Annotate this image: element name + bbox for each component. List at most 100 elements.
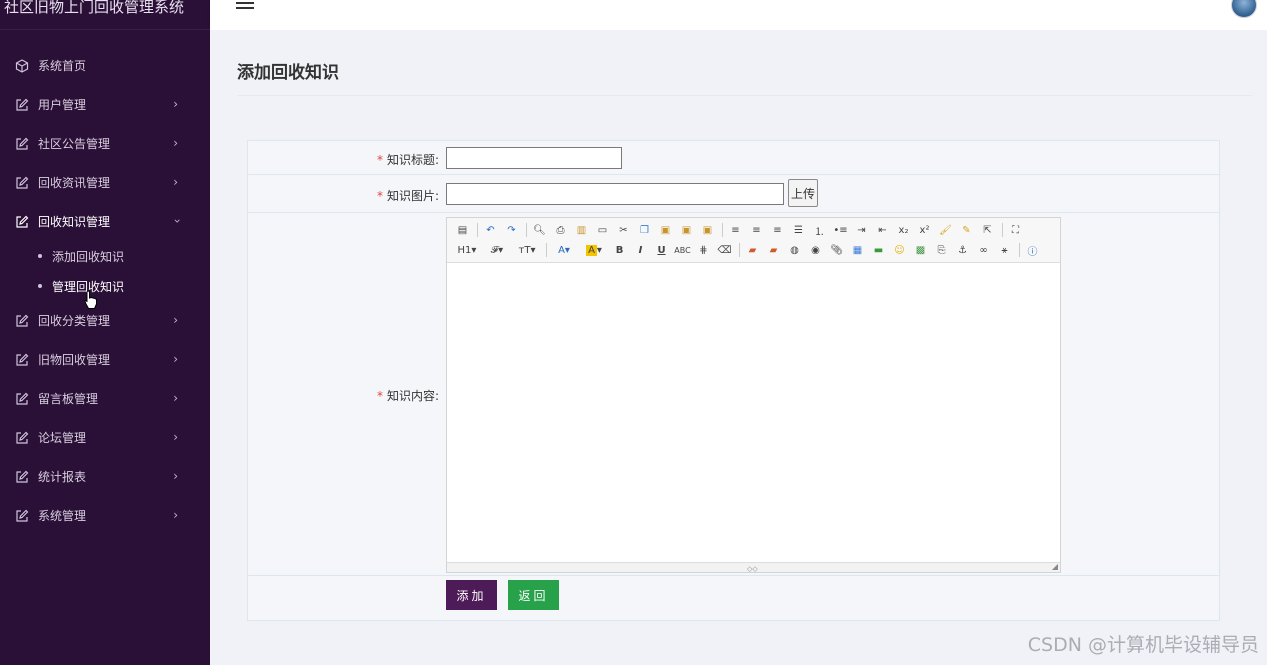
toolbar-separator bbox=[722, 223, 723, 237]
align-left-icon[interactable]: ≡ bbox=[726, 221, 745, 239]
print-icon[interactable]: ⎙ bbox=[551, 221, 570, 239]
sidebar-item-label: 社区公告管理 bbox=[38, 137, 111, 151]
sidebar-item-recycling[interactable]: 旧物回收管理 › bbox=[0, 340, 210, 379]
align-center-icon[interactable]: ≡ bbox=[747, 221, 766, 239]
eraser-icon[interactable]: ⌫ bbox=[715, 241, 734, 259]
font-color-icon[interactable]: A▾ bbox=[550, 241, 578, 259]
font-family-label: 𝓕 bbox=[490, 244, 499, 256]
content-label-text: 知识内容: bbox=[386, 389, 439, 403]
hamburger-icon[interactable] bbox=[236, 2, 254, 14]
superscript-icon[interactable]: x² bbox=[915, 221, 934, 239]
image-path-input[interactable] bbox=[446, 183, 784, 205]
form-row-content: * 知识内容: ▤ ↶ ↷ 🔍︎ ⎙ ▥ ▭ ✂ ❐ ▣ ▣ ▣ ≡ ≡ ≡ ☰… bbox=[248, 213, 1219, 576]
editor-content-area[interactable] bbox=[447, 263, 1060, 561]
sidebar-item-forum[interactable]: 论坛管理 › bbox=[0, 418, 210, 457]
clear-format-icon[interactable]: ✎ bbox=[957, 221, 976, 239]
toolbar-row-1: ▤ ↶ ↷ 🔍︎ ⎙ ▥ ▭ ✂ ❐ ▣ ▣ ▣ ≡ ≡ ≡ ☰ ⒈ •≡ ⇥ … bbox=[453, 220, 1054, 240]
form-row-image: * 知识图片: 上传 bbox=[248, 175, 1219, 213]
sidebar-item-reports[interactable]: 统计报表 › bbox=[0, 457, 210, 496]
table-icon[interactable]: ▦ bbox=[848, 241, 867, 259]
sidebar-item-label: 系统首页 bbox=[38, 59, 87, 73]
resize-grip-icon[interactable]: ◇◇ bbox=[747, 565, 758, 573]
unlink-icon[interactable]: ⚹ bbox=[995, 241, 1014, 259]
code-icon[interactable]: ▭ bbox=[593, 221, 612, 239]
app-title: 社区旧物上门回收管理系统 bbox=[0, 0, 210, 30]
flash-icon[interactable]: ◍ bbox=[785, 241, 804, 259]
cut-icon[interactable]: ✂ bbox=[614, 221, 633, 239]
highlight-color-icon[interactable]: A ▾ bbox=[580, 241, 608, 259]
chevron-right-icon: › bbox=[173, 175, 178, 189]
preview-icon[interactable]: 🔍︎ bbox=[530, 221, 549, 239]
underline-icon[interactable]: U bbox=[652, 241, 671, 259]
format-brush-icon[interactable]: 🖌︎ bbox=[936, 221, 955, 239]
image-label: * 知识图片: bbox=[377, 187, 439, 204]
outdent-icon[interactable]: ⇤ bbox=[873, 221, 892, 239]
sidebar-item-system[interactable]: 系统管理 › bbox=[0, 496, 210, 535]
edit-icon bbox=[14, 97, 30, 113]
paste-word-icon[interactable]: ▣ bbox=[698, 221, 717, 239]
page-title: 添加回收知识 bbox=[237, 63, 339, 83]
required-mark: * bbox=[376, 389, 383, 403]
edit-icon bbox=[14, 508, 30, 524]
edit-icon bbox=[14, 469, 30, 485]
redo-icon[interactable]: ↷ bbox=[502, 221, 521, 239]
add-button[interactable]: 添加 bbox=[446, 580, 497, 610]
horizontal-rule-icon[interactable]: ⋕ bbox=[694, 241, 713, 259]
sidebar-item-news[interactable]: 回收资讯管理 › bbox=[0, 163, 210, 202]
template-icon[interactable]: ▥ bbox=[572, 221, 591, 239]
avatar-icon[interactable] bbox=[1231, 0, 1257, 18]
sidebar-item-messages[interactable]: 留言板管理 › bbox=[0, 379, 210, 418]
page-break-icon[interactable]: ⎘ bbox=[932, 241, 951, 259]
required-mark: * bbox=[376, 189, 383, 203]
subscript-icon[interactable]: x₂ bbox=[894, 221, 913, 239]
back-button[interactable]: 返回 bbox=[508, 580, 559, 610]
upload-button[interactable]: 上传 bbox=[788, 179, 818, 207]
hand-cursor-icon bbox=[84, 290, 97, 309]
bold-icon[interactable]: B bbox=[610, 241, 629, 259]
font-family-dropdown[interactable]: 𝓕 ▾ bbox=[483, 241, 511, 259]
help-icon[interactable]: ⓘ bbox=[1023, 241, 1042, 259]
justify-icon[interactable]: ☰ bbox=[789, 221, 808, 239]
ordered-list-icon[interactable]: ⒈ bbox=[810, 221, 829, 239]
code-block-icon[interactable]: ▬ bbox=[869, 241, 888, 259]
copy-icon[interactable]: ❐ bbox=[635, 221, 654, 239]
emoticon-icon[interactable]: ☺ bbox=[890, 241, 909, 259]
source-icon[interactable]: ▤ bbox=[453, 221, 472, 239]
link-icon[interactable]: ∞ bbox=[974, 241, 993, 259]
sidebar-item-users[interactable]: 用户管理 › bbox=[0, 85, 210, 124]
image-insert-icon[interactable]: ▰ bbox=[743, 241, 762, 259]
watermark: CSDN @计算机毕设辅导员 bbox=[1027, 634, 1259, 656]
sidebar-item-label: 用户管理 bbox=[38, 98, 87, 112]
sidebar-item-home[interactable]: 系统首页 bbox=[0, 46, 210, 85]
paste-icon[interactable]: ▣ bbox=[656, 221, 675, 239]
submenu-item-add-knowledge[interactable]: 添加回收知识 bbox=[38, 241, 210, 271]
font-size-dropdown[interactable]: тT ▾ bbox=[513, 241, 541, 259]
editor-resize-bar[interactable]: ◇◇ ◢ bbox=[447, 562, 1060, 573]
resize-corner-icon[interactable]: ◢ bbox=[1052, 562, 1058, 571]
indent-icon[interactable]: ⇥ bbox=[852, 221, 871, 239]
knowledge-submenu: 添加回收知识 管理回收知识 bbox=[0, 241, 210, 301]
fullscreen-icon[interactable]: ⛶ bbox=[1006, 221, 1025, 239]
title-input[interactable] bbox=[446, 147, 622, 169]
select-all-icon[interactable]: ⇱ bbox=[978, 221, 997, 239]
anchor-icon[interactable]: ⚓ bbox=[953, 241, 972, 259]
italic-icon[interactable]: I bbox=[631, 241, 650, 259]
unordered-list-icon[interactable]: •≡ bbox=[831, 221, 850, 239]
sidebar-item-knowledge[interactable]: 回收知识管理 › bbox=[0, 202, 210, 241]
media-icon[interactable]: ◉ bbox=[806, 241, 825, 259]
multi-image-icon[interactable]: ▰ bbox=[764, 241, 783, 259]
sidebar-item-categories[interactable]: 回收分类管理 › bbox=[0, 301, 210, 340]
strikethrough-icon[interactable]: ABC bbox=[673, 241, 692, 259]
sidebar-item-label: 留言板管理 bbox=[38, 392, 99, 406]
heading-dropdown[interactable]: H1 ▾ bbox=[453, 241, 481, 259]
image-icon[interactable]: ▩ bbox=[911, 241, 930, 259]
sidebar-item-announcements[interactable]: 社区公告管理 › bbox=[0, 124, 210, 163]
sidebar-item-label: 论坛管理 bbox=[38, 431, 87, 445]
paste-plain-icon[interactable]: ▣ bbox=[677, 221, 696, 239]
sidebar-item-label: 统计报表 bbox=[38, 470, 87, 484]
undo-icon[interactable]: ↶ bbox=[481, 221, 500, 239]
submenu-item-manage-knowledge[interactable]: 管理回收知识 bbox=[38, 271, 210, 301]
attachment-icon[interactable]: 📎︎ bbox=[827, 241, 846, 259]
toolbar-separator bbox=[546, 243, 547, 257]
align-right-icon[interactable]: ≡ bbox=[768, 221, 787, 239]
